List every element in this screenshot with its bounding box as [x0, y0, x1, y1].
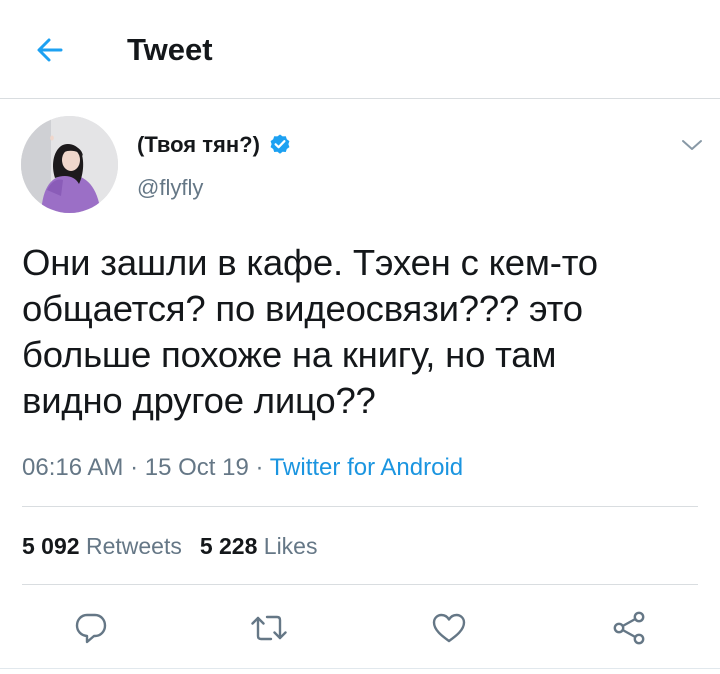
tweet-date: 15 Oct 19	[144, 454, 249, 481]
divider	[22, 506, 698, 507]
arrow-left-icon	[37, 38, 63, 62]
back-button[interactable]	[30, 30, 70, 70]
action-bar	[0, 603, 720, 653]
reply-icon	[75, 613, 107, 644]
likes-stat[interactable]: 5 228 Likes	[200, 533, 318, 559]
retweets-stat[interactable]: 5 092 Retweets	[22, 533, 182, 559]
verified-badge-icon	[270, 134, 290, 154]
retweets-count: 5 092	[22, 533, 80, 559]
meta-separator: ·	[255, 454, 264, 481]
tweet-stats: 5 092 Retweets 5 228 Likes	[22, 531, 317, 561]
retweet-button[interactable]	[244, 603, 294, 653]
chevron-down-icon[interactable]	[678, 135, 706, 155]
divider	[22, 584, 698, 585]
author-name[interactable]: (Твоя тян?)	[137, 131, 260, 159]
tweet-text: Они зашли в кафе. Тэхен с кем-то общаетс…	[22, 242, 598, 421]
reply-button[interactable]	[66, 603, 116, 653]
avatar-image	[21, 116, 118, 213]
meta-separator: ·	[130, 454, 139, 481]
like-button[interactable]	[424, 603, 474, 653]
divider	[0, 668, 720, 669]
share-icon	[613, 611, 645, 645]
likes-label: Likes	[263, 533, 318, 559]
heart-icon	[432, 613, 466, 643]
share-button[interactable]	[604, 603, 654, 653]
retweet-icon	[251, 615, 287, 641]
avatar[interactable]	[21, 116, 118, 213]
tweet-meta: 06:16 AM · 15 Oct 19 · Twitter for Andro…	[22, 453, 463, 483]
author-row: (Твоя тян?)	[137, 131, 292, 159]
tweet-time: 06:16 AM	[22, 454, 124, 481]
retweets-label: Retweets	[85, 533, 182, 559]
top-bar: Tweet	[0, 0, 720, 99]
page-title: Tweet	[127, 32, 213, 67]
tweet-source-link[interactable]: Twitter for Android	[270, 454, 463, 481]
likes-count: 5 228	[199, 533, 258, 559]
author-handle[interactable]: @flyfly	[137, 174, 203, 202]
